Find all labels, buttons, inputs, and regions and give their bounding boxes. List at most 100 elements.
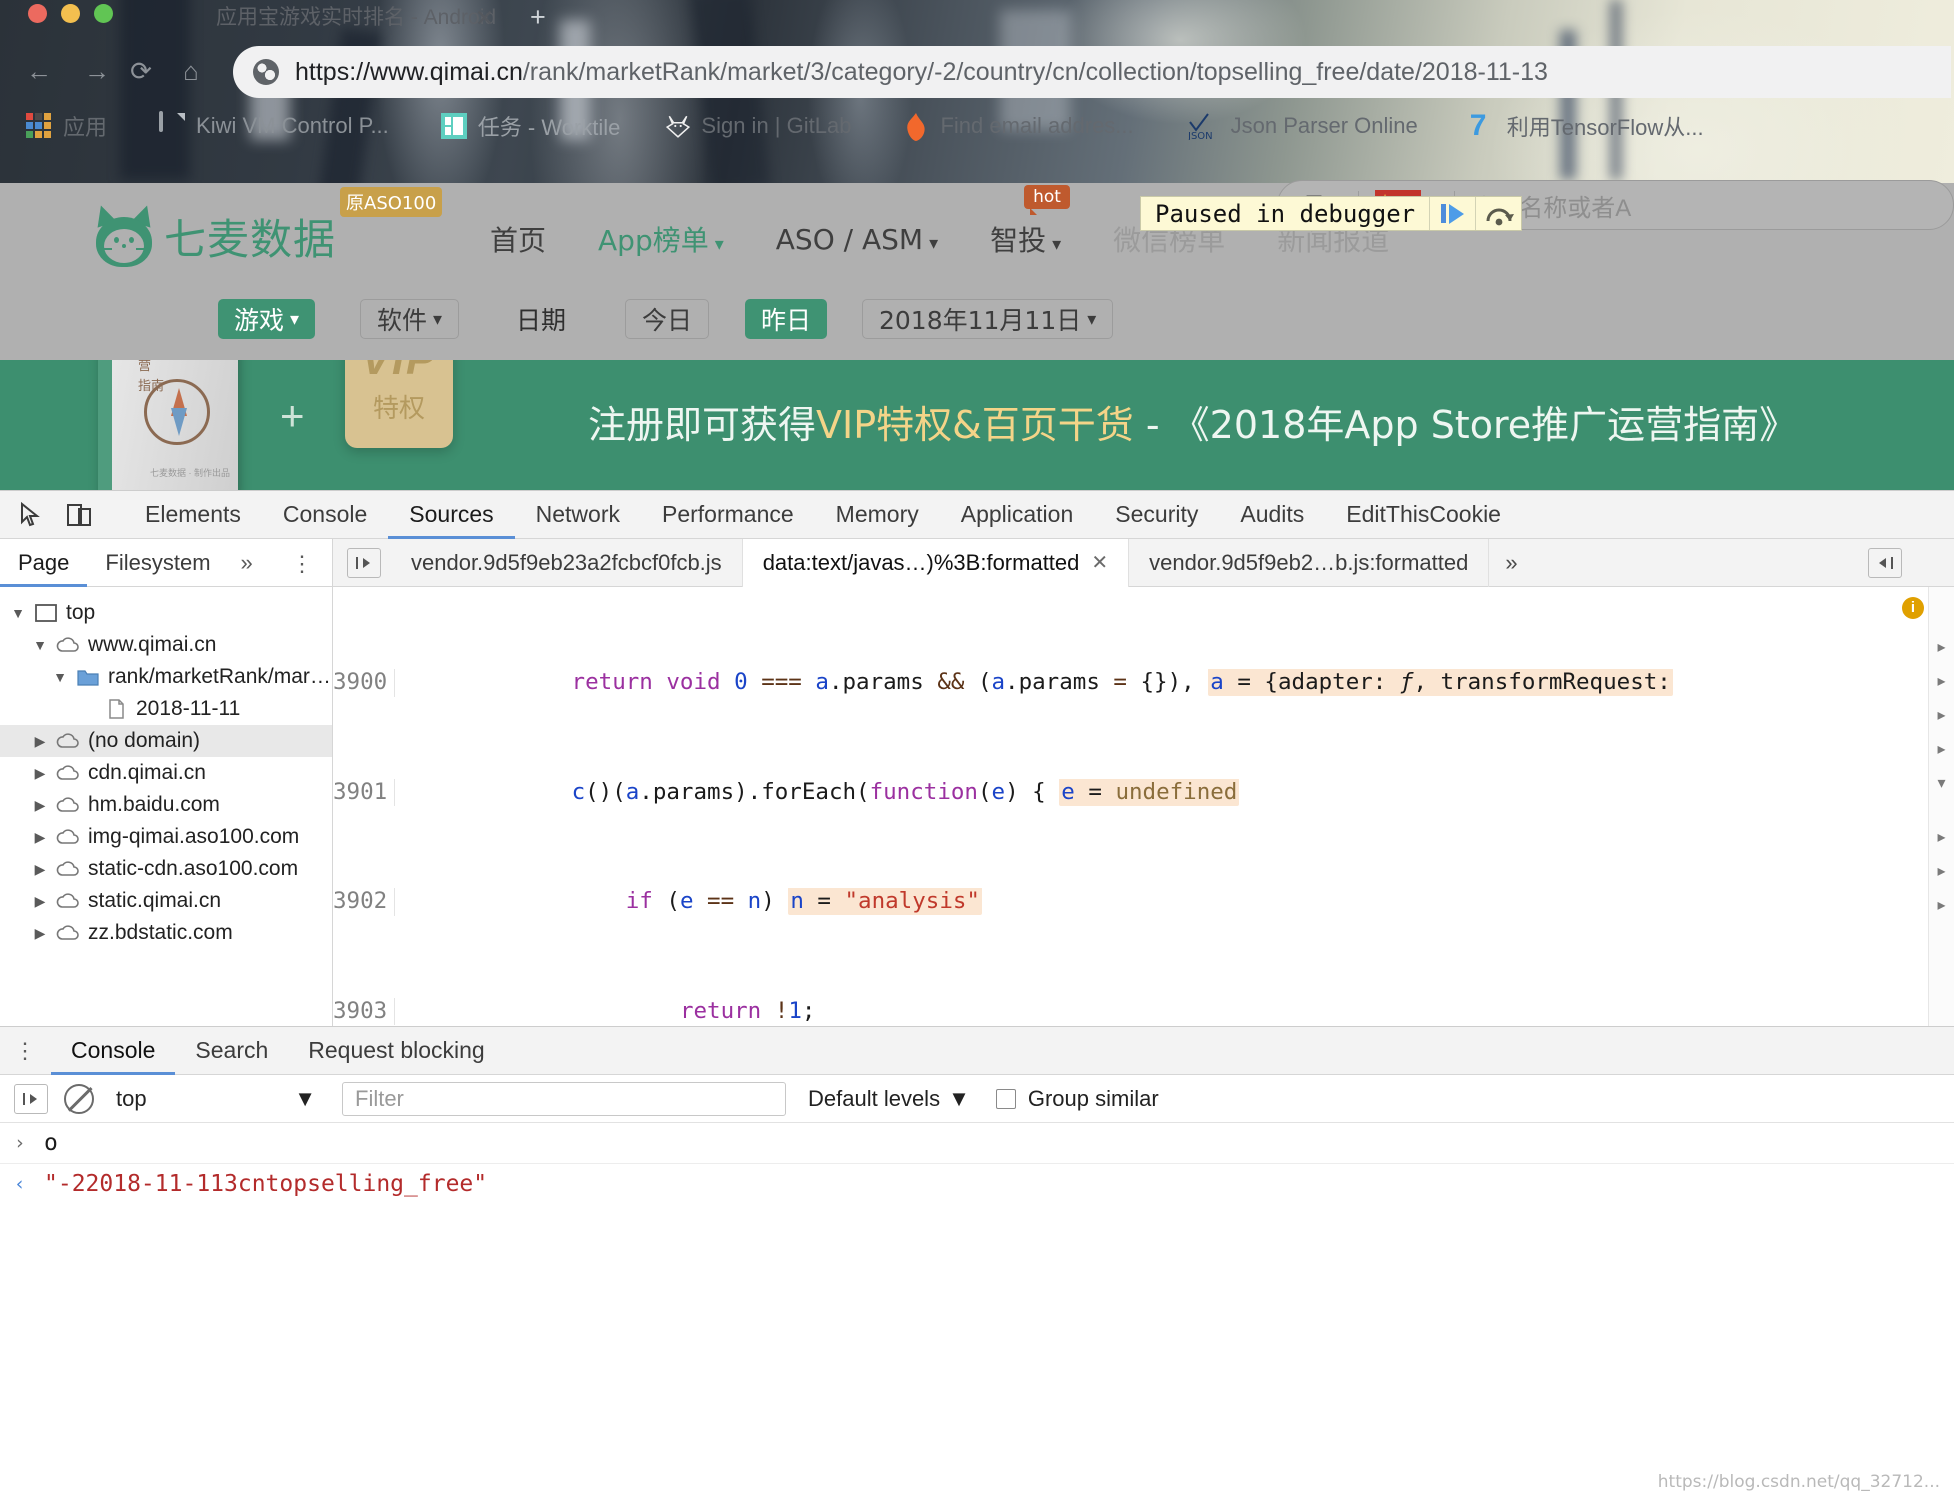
bookmark-gitlab[interactable]: Sign in | GitLab — [664, 113, 851, 139]
filter-today[interactable]: 今日 — [625, 299, 710, 339]
promo-banner[interactable]: 2018年 App Store推广运营 指南 七麦数据 · 制作出品 + VIP… — [0, 360, 1954, 495]
console-output-row[interactable]: ‹ "-22018-11-113cntopselling_free" — [0, 1163, 1954, 1203]
chevron-right-icon[interactable]: ▸ — [1929, 855, 1954, 889]
home-icon[interactable]: ⌂ — [172, 52, 210, 90]
bookmark-json-parser[interactable]: JSON Json Parser Online — [1186, 112, 1418, 142]
twisty-icon[interactable]: ▶ — [32, 925, 48, 942]
window-controls[interactable] — [28, 4, 113, 23]
chevron-right-icon[interactable]: ▸ — [1929, 733, 1954, 767]
twisty-icon[interactable]: ▶ — [32, 765, 48, 782]
tab-audits[interactable]: Audits — [1219, 491, 1325, 539]
maximize-window-button[interactable] — [94, 4, 113, 23]
twisty-icon[interactable]: ▶ — [32, 733, 48, 750]
line-number[interactable]: 3903 — [333, 998, 395, 1026]
drawer-tab-search[interactable]: Search — [175, 1027, 288, 1075]
execute-icon[interactable] — [14, 1083, 48, 1114]
chevron-right-icon[interactable]: ▸ — [1929, 665, 1954, 699]
tree-item-static-qimai-cn[interactable]: ▶ static.qimai.cn — [0, 885, 332, 917]
drawer-tab-request-blocking[interactable]: Request blocking — [288, 1027, 504, 1075]
bookmark-tensorflow-article[interactable]: 7 利用TensorFlow从... — [1470, 110, 1704, 142]
debugger-sidebar-strip[interactable]: ▸ ▸ ▸ ▸ ▾ ▸ ▸ ▸ — [1928, 587, 1954, 1077]
resume-script-button[interactable] — [1429, 197, 1475, 230]
log-levels-selector[interactable]: Default levels ▼ — [808, 1086, 970, 1112]
tree-item-hm-baidu-com[interactable]: ▶ hm.baidu.com — [0, 789, 332, 821]
reload-icon[interactable]: ⟳ — [122, 52, 160, 90]
editor-more-tabs-icon[interactable]: » — [1489, 550, 1533, 576]
tab-sources[interactable]: Sources — [388, 491, 514, 539]
tab-security[interactable]: Security — [1094, 491, 1219, 539]
close-icon[interactable]: ✕ — [1091, 550, 1108, 575]
close-window-button[interactable] — [28, 4, 47, 23]
bookmark-kiwi-vm[interactable]: Kiwi VM Control P... — [159, 111, 389, 139]
nav-item-aso-asm[interactable]: ASO / ASM ▾ — [776, 223, 938, 256]
browser-tab-title[interactable]: 应用宝游戏实时排名 - Android应 — [216, 2, 496, 34]
tree-item-2018-11-11[interactable]: 2018-11-11 — [0, 693, 332, 725]
navigator-tab-page[interactable]: Page — [0, 539, 87, 587]
drawer-menu-icon[interactable]: ⋮ — [14, 1038, 37, 1064]
chevron-right-icon[interactable]: ▸ — [1929, 889, 1954, 923]
toggle-device-toolbar-icon[interactable] — [62, 500, 96, 530]
console-input-row[interactable]: › o — [0, 1123, 1954, 1163]
tab-editthiscookie[interactable]: EditThisCookie — [1325, 491, 1522, 539]
tab-memory[interactable]: Memory — [815, 491, 940, 539]
navigator-more-tabs-icon[interactable]: » — [229, 550, 265, 576]
checkbox-icon[interactable] — [995, 1088, 1016, 1109]
tree-item-rank-marketrank[interactable]: ▼ rank/marketRank/market/1/ — [0, 661, 332, 693]
navigator-tab-filesystem[interactable]: Filesystem — [87, 550, 228, 576]
line-number[interactable]: 3900 — [333, 669, 395, 697]
minimize-window-button[interactable] — [61, 4, 80, 23]
editor-tab-vendor-js[interactable]: vendor.9d5f9eb23a2fcbcf0fcb.js — [391, 538, 743, 587]
forward-icon[interactable]: → — [78, 52, 116, 90]
group-similar-toggle[interactable]: Group similar — [995, 1086, 1159, 1112]
line-number[interactable]: 3902 — [333, 888, 395, 916]
site-logo[interactable]: 七麦数据 原ASO100 — [88, 187, 443, 267]
line-number[interactable]: 3901 — [333, 778, 395, 807]
twisty-icon[interactable]: ▶ — [32, 893, 48, 910]
editor-tab-vendor-js-formatted[interactable]: vendor.9d5f9eb2…b.js:formatted — [1129, 538, 1490, 587]
twisty-icon[interactable]: ▼ — [10, 605, 26, 621]
inspect-element-icon[interactable] — [14, 500, 48, 530]
console-filter-input[interactable]: Filter — [342, 1081, 786, 1116]
status-badge[interactable]: i — [1902, 597, 1924, 619]
bookmark-apps[interactable]: 应用 — [26, 110, 107, 142]
tab-elements[interactable]: Elements — [124, 491, 262, 539]
chevron-right-icon[interactable]: ▸ — [1929, 699, 1954, 733]
address-bar[interactable]: https://www.qimai.cn/rank/marketRank/mar… — [233, 46, 1951, 98]
tree-item-www-qimai-cn[interactable]: ▼ www.qimai.cn — [0, 629, 332, 661]
code-viewer[interactable]: 3900 return void 0 === a.params && (a.pa… — [333, 587, 1954, 1077]
show-debugger-sidebar-icon[interactable] — [1868, 548, 1902, 578]
clear-console-icon[interactable] — [64, 1083, 94, 1114]
twisty-icon[interactable]: ▶ — [32, 861, 48, 878]
twisty-icon[interactable]: ▶ — [32, 797, 48, 814]
step-over-button[interactable] — [1475, 197, 1521, 230]
new-tab-icon[interactable]: + — [530, 2, 546, 32]
editor-tab-data-url-formatted[interactable]: data:text/javas…)%3B:formatted ✕ — [742, 538, 1130, 587]
chevron-down-icon[interactable]: ▾ — [1929, 767, 1954, 801]
chevron-right-icon[interactable]: ▸ — [1929, 631, 1954, 665]
twisty-icon[interactable]: ▶ — [32, 829, 48, 846]
filter-apps[interactable]: 软件 ▾ — [360, 299, 460, 339]
tab-performance[interactable]: Performance — [641, 491, 815, 539]
tree-item-cdn-qimai-cn[interactable]: ▶ cdn.qimai.cn — [0, 757, 332, 789]
tree-item-no-domain[interactable]: ▶ (no domain) — [0, 725, 332, 757]
chevron-right-icon[interactable]: ▸ — [1929, 821, 1954, 855]
filter-date-picker[interactable]: 2018年11月11日 ▾ — [862, 299, 1114, 339]
twisty-icon[interactable]: ▼ — [32, 637, 48, 653]
back-icon[interactable]: ← — [20, 52, 58, 90]
nav-item-home[interactable]: 首页 — [490, 219, 546, 259]
bookmark-find-email[interactable]: Find email addres... — [903, 113, 1134, 141]
bookmark-worktile[interactable]: 任务 - Worktile — [440, 110, 620, 142]
nav-item-app-rank[interactable]: App榜单 ▾ — [598, 219, 724, 259]
tree-item-zz-bdstatic-com[interactable]: ▶ zz.bdstatic.com — [0, 917, 332, 949]
navigator-menu-icon[interactable]: ⋮ — [291, 551, 314, 577]
tree-item-img-qimai-aso100-com[interactable]: ▶ img-qimai.aso100.com — [0, 821, 332, 853]
drawer-tab-console[interactable]: Console — [51, 1027, 175, 1075]
show-navigator-icon[interactable] — [347, 547, 381, 578]
tab-application[interactable]: Application — [940, 491, 1095, 539]
filter-yesterday[interactable]: 昨日 — [745, 299, 828, 339]
close-tab-icon[interactable]: ✕ — [475, 3, 494, 33]
tab-network[interactable]: Network — [515, 491, 641, 539]
tree-item-top[interactable]: ▼ top — [0, 597, 332, 629]
filter-games[interactable]: 游戏 ▾ — [218, 299, 316, 339]
nav-item-smart-ad[interactable]: hot 智投 ▾ — [990, 185, 1070, 259]
